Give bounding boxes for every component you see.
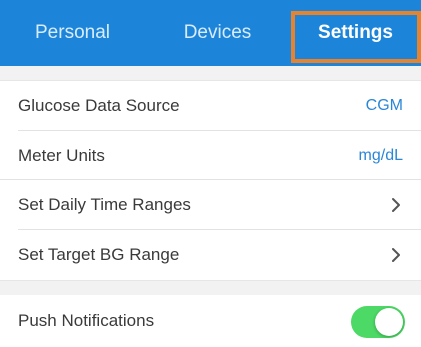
- settings-screen: Personal Devices Settings Glucose Data S…: [0, 0, 421, 347]
- toggle-knob[interactable]: [375, 308, 403, 336]
- meter-units-row[interactable]: Meter Units mg/dL: [0, 131, 421, 180]
- tab-devices[interactable]: Devices: [145, 0, 290, 66]
- target-bg-range-row[interactable]: Set Target BG Range: [0, 230, 421, 280]
- meter-units-label: Meter Units: [18, 145, 105, 165]
- glucose-data-source-label: Glucose Data Source: [18, 96, 180, 115]
- section-spacer: [0, 280, 421, 296]
- push-notifications-toggle[interactable]: [351, 306, 405, 338]
- target-bg-range-label: Set Target BG Range: [18, 245, 180, 264]
- section-spacer: [0, 66, 421, 81]
- tab-personal[interactable]: Personal: [0, 0, 145, 66]
- glucose-data-source-row[interactable]: Glucose Data Source CGM: [0, 81, 421, 131]
- chevron-right-icon: [392, 198, 400, 212]
- push-notifications-label: Push Notifications: [18, 311, 155, 330]
- glucose-data-source-value[interactable]: CGM: [366, 97, 403, 115]
- chevron-right-icon: [392, 248, 400, 262]
- tab-bar: Personal Devices Settings: [0, 0, 421, 66]
- tab-settings[interactable]: Settings: [290, 0, 421, 66]
- push-notifications-row: Push Notifications: [0, 295, 421, 347]
- meter-units-value[interactable]: mg/dL: [359, 147, 403, 165]
- daily-time-ranges-row[interactable]: Set Daily Time Ranges: [0, 180, 421, 230]
- daily-time-ranges-label: Set Daily Time Ranges: [18, 195, 191, 214]
